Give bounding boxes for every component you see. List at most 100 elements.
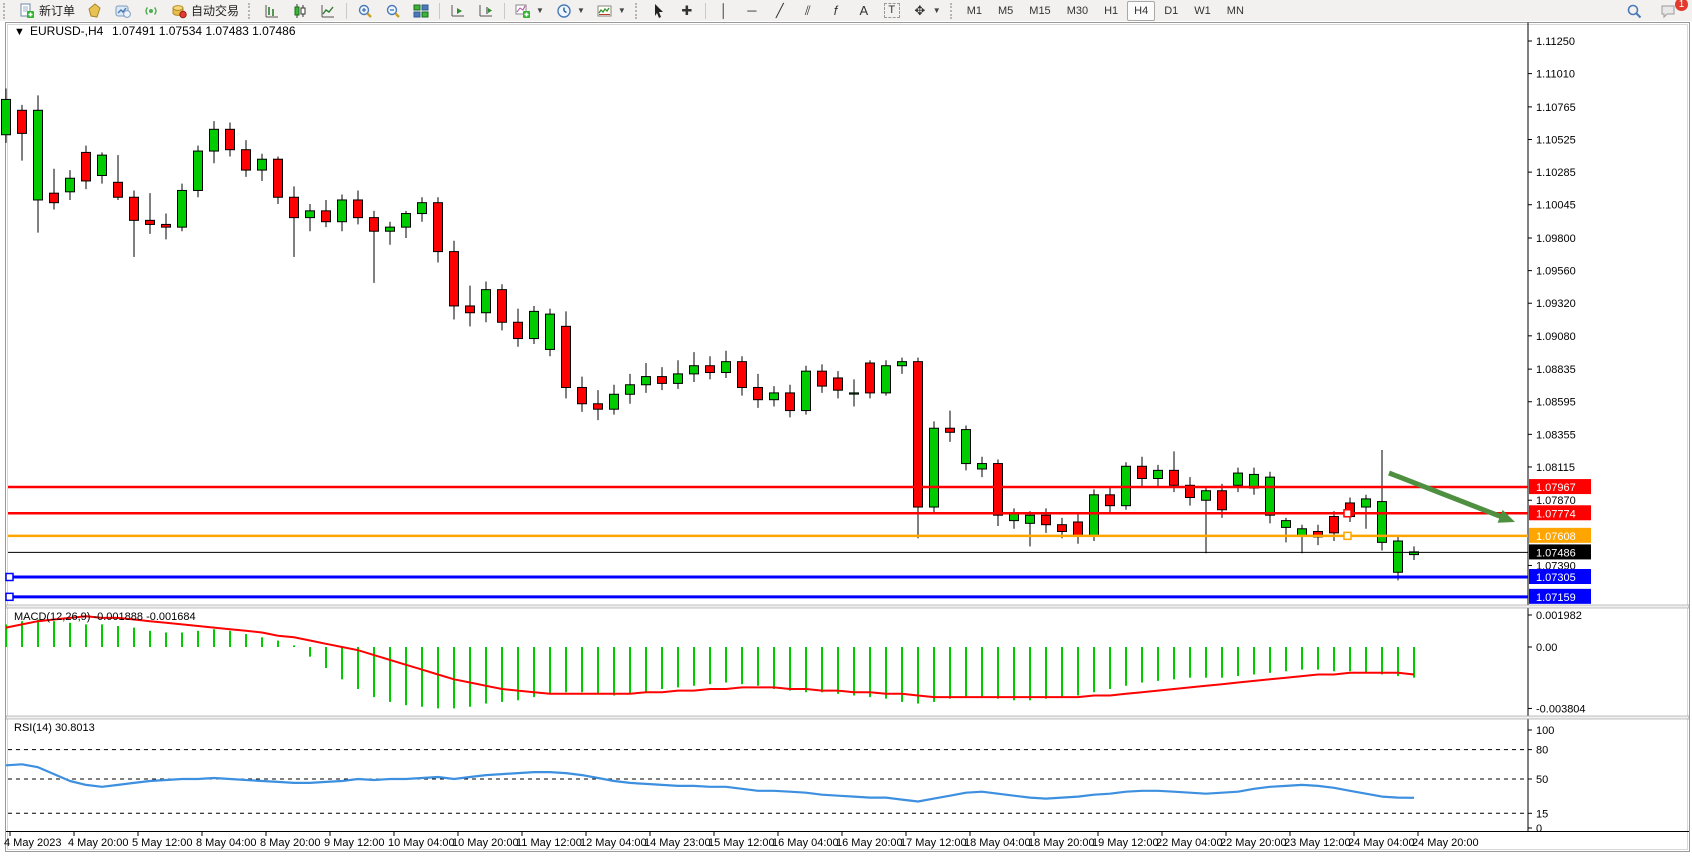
date-tick-label: 9 May 12:00 [324,837,385,849]
toolbar-grip[interactable] [950,3,957,19]
timeframe-M30[interactable]: M30 [1060,1,1095,21]
period-button[interactable]: ▼ [550,0,591,22]
auto-scroll-button[interactable] [444,0,472,22]
date-tick-label: 16 May 20:00 [836,837,903,849]
panel-separator[interactable] [6,716,1689,719]
line-handle[interactable] [6,593,13,600]
timeframe-M15[interactable]: M15 [1022,1,1057,21]
date-tick-label: 4 May 20:00 [68,837,129,849]
timeframe-W1[interactable]: W1 [1187,1,1218,21]
new-order-button[interactable]: 新订单 [13,0,81,22]
tile-windows-button[interactable] [407,0,435,22]
candle [1090,489,1099,541]
timeframe-group: M1M5M15M30H1H4D1W1MN [960,1,1251,21]
date-tick-label: 11 May 12:00 [516,837,582,849]
price-badge-label: 1.07608 [1536,531,1576,543]
text-tool-button[interactable]: A [850,0,878,22]
price-badge-label: 1.07774 [1536,508,1576,520]
candle [274,156,283,204]
date-tick-label: 23 May 12:00 [1284,837,1351,849]
zoom-in-icon [357,3,373,19]
publish-chart-button[interactable] [109,0,137,22]
date-tick-label: 18 May 20:00 [1028,837,1095,849]
caret-down-icon: ▼ [618,6,626,15]
add-indicator-button[interactable]: ▼ [509,0,550,22]
vertical-line-tool-button[interactable]: │ [710,0,738,22]
trendline-tool-button[interactable]: ╱ [766,0,794,22]
search-button[interactable] [1620,0,1648,22]
rsi-axis-label: 100 [1536,725,1554,737]
timeframe-M5[interactable]: M5 [991,1,1020,21]
line-handle[interactable] [1344,510,1351,517]
candle [178,184,187,232]
chat-bubble-icon [1660,3,1676,19]
toolbar-grip[interactable] [635,3,642,19]
stamp-button[interactable] [81,0,109,22]
timeframe-M1[interactable]: M1 [960,1,989,21]
candlestick-mode-button[interactable] [286,0,314,22]
caret-down-icon: ▼ [933,6,941,15]
add-indicator-icon [515,3,531,19]
horizontal-line-tool-button[interactable]: ─ [738,0,766,22]
panel-separator[interactable] [6,605,1689,608]
tile-windows-icon [413,3,429,19]
trendline-icon: ╱ [772,3,788,19]
timeframe-D1[interactable]: D1 [1157,1,1185,21]
candle [802,366,811,415]
timeframe-MN[interactable]: MN [1220,1,1251,21]
date-tick-label: 18 May 04:00 [964,837,1031,849]
line-handle[interactable] [6,574,13,581]
toolbar-grip[interactable] [248,3,255,19]
chart-window: 1.112501.110101.107651.105251.102851.100… [0,21,1692,858]
date-tick-label: 24 May 20:00 [1412,837,1479,849]
signals-icon [143,3,159,19]
line-handle[interactable] [1344,532,1351,539]
symbol-dropdown-icon[interactable]: ▼ [14,26,25,38]
chart-shift-button[interactable] [472,0,500,22]
template-button[interactable]: ▼ [591,0,632,22]
label-tool-button[interactable]: T [878,0,906,22]
arrows-icon: ✥ [912,3,928,19]
price-tick-label: 1.08355 [1536,429,1576,441]
arrows-tool-button[interactable]: ✥▼ [906,0,947,22]
rsi-axis-label: 15 [1536,808,1548,820]
zoom-out-button[interactable] [379,0,407,22]
crosshair-tool-button[interactable]: ✚ [673,0,701,22]
text-label-icon: T [884,3,900,18]
candle [882,360,891,395]
candle [194,146,203,198]
autotrading-icon [171,3,187,19]
signals-button[interactable] [137,0,165,22]
fibonacci-tool-button[interactable]: 𝑓 [822,0,850,22]
caret-down-icon: ▼ [577,6,585,15]
price-tick-label: 1.10525 [1536,135,1576,147]
zoom-in-button[interactable] [351,0,379,22]
crosshair-icon: ✚ [679,3,695,19]
search-icon [1626,3,1642,19]
chart-title: EURUSD-,H4 [30,24,104,38]
macd-axis-label: -0.003804 [1536,703,1586,715]
toolbar-grip[interactable] [3,3,10,19]
notifications-button[interactable]: 1 [1654,0,1682,22]
date-tick-label: 8 May 20:00 [260,837,321,849]
date-tick-label: 12 May 04:00 [580,837,647,849]
price-tick-label: 1.11250 [1536,36,1575,48]
autotrading-button[interactable]: 自动交易 [165,0,245,22]
template-icon [597,3,613,19]
chart-svg: 1.112501.110101.107651.105251.102851.100… [0,21,1692,858]
date-tick-label: 8 May 04:00 [196,837,257,849]
line-chart-mode-button[interactable] [314,0,342,22]
macd-axis-label: 0.00 [1536,642,1557,654]
bar-chart-mode-button[interactable] [258,0,286,22]
date-tick-label: 15 May 12:00 [708,837,775,849]
notification-badge: 1 [1675,0,1688,11]
date-tick-label: 17 May 12:00 [900,837,967,849]
candle [1266,472,1275,524]
new-order-icon [19,3,35,19]
timeframe-H1[interactable]: H1 [1097,1,1125,21]
channel-tool-button[interactable]: ⫽ [794,0,822,22]
timeframe-H4[interactable]: H4 [1127,1,1155,21]
cursor-tool-button[interactable] [645,0,673,22]
rsi-label: RSI(14) 30.8013 [14,722,95,734]
zoom-out-icon [385,3,401,19]
